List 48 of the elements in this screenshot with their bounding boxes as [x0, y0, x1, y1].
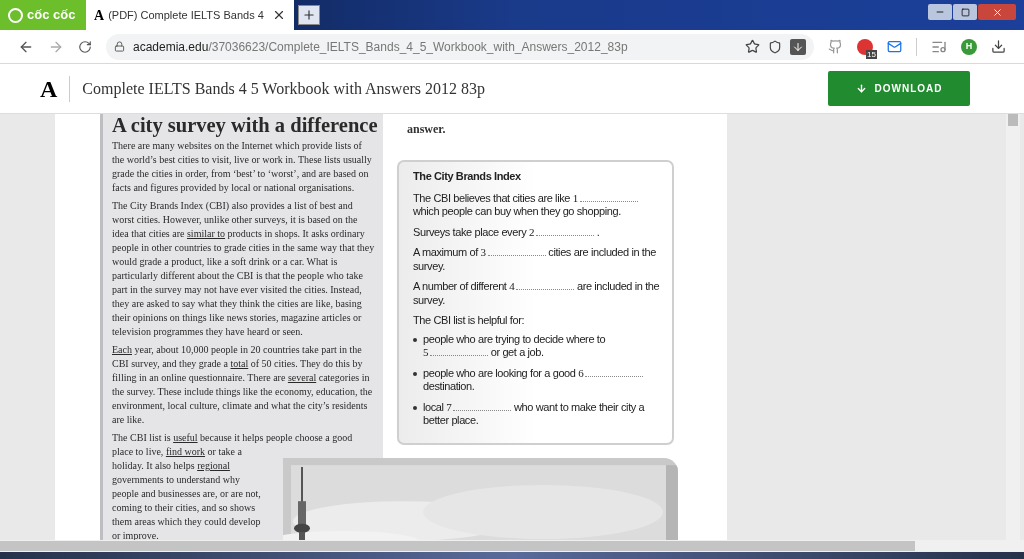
browser-tab[interactable]: A (PDF) Complete IELTS Bands 4	[86, 0, 294, 30]
github-icon[interactable]	[828, 39, 843, 54]
maximize-button[interactable]	[953, 4, 977, 20]
blank-line: 7	[446, 400, 512, 414]
bullet-icon	[413, 337, 417, 342]
gap-sentence: people who are trying to decide where to 5 or get a job.	[423, 332, 607, 360]
blank-line: 3	[480, 246, 546, 260]
bullet-icon	[413, 405, 417, 410]
blank-line: 6	[578, 366, 644, 380]
profile-avatar[interactable]: H	[961, 38, 977, 55]
instruction-text: answer.	[406, 121, 447, 138]
reload-icon[interactable]	[78, 39, 92, 54]
vertical-scrollbar[interactable]	[1006, 114, 1020, 540]
blank-line: 5	[423, 346, 489, 360]
blank-line: 4	[509, 280, 575, 294]
blank-line: 1	[572, 191, 638, 205]
close-icon	[991, 6, 1003, 18]
article-paragraph: The City Brands Index (CBI) also provides a list of best and worst cities. However, unlike other surveys, it is based on the idea that cities are similar to products in shops. It asks ordinary people in other countries to grade cities in the same way that they would grade a product, like a soft drink or a car. What is particularly different about the CBI is that the people who take part in the survey may not have ever visited the cities. Instead, they are asked to say what they think the cities are like, basing their opinions on things like news stories, magazine articles or television programmes they have heard or seen.	[112, 199, 375, 339]
bookmark-star-icon[interactable]	[745, 39, 760, 54]
gap-sentence: The CBI believes that cities are like 1 which people can buy when they go shopping.	[413, 191, 666, 219]
mail-icon[interactable]	[887, 39, 902, 54]
site-logo[interactable]: A	[40, 70, 58, 107]
gap-sentence: A number of different 4 are included in the survey.	[413, 280, 661, 307]
horizontal-scrollbar[interactable]	[0, 540, 1024, 552]
bullet-icon	[413, 371, 417, 376]
gap-sentence: A maximum of 3 cities are included in the survey.	[413, 246, 657, 273]
list-intro: The CBI list is helpful for:	[413, 314, 526, 328]
gap-sentence: people who are looking for a good 6 destination.	[423, 366, 666, 394]
minimize-button[interactable]	[928, 4, 952, 20]
address-bar[interactable]: academia.edu/37036623/Complete_IELTS_Bands_4_5_Workbook_with_Answers_2012_83p	[106, 33, 814, 60]
new-tab-button[interactable]	[297, 5, 320, 25]
article-title: A city survey with a difference	[112, 114, 375, 136]
maximize-icon	[960, 7, 970, 17]
shield-icon[interactable]	[768, 39, 782, 54]
blank-line: 2	[528, 225, 595, 239]
downloads-icon[interactable]	[991, 39, 1006, 54]
article-paragraph: There are many websites on the Internet which provide lists of the world’s best cities to visit, live or work in. These lists usually grade the cities in order, from ‘best’ to ‘worst’, and are based on facts and figures provided by local or national organisations.	[112, 139, 373, 195]
arrow-down-icon	[855, 83, 867, 94]
document-title: Complete IELTS Bands 4 5 Workbook with Answers 2012 83p	[82, 78, 486, 100]
article-paragraph: Each year, about 10,000 people in 20 countries take part in the CBI survey, and they grade a total of 50 cities. They do this by filling in an online questionnaire. There are several categories in the survey. These include things like the economy, education, the environment, local culture, climate and what the city’s residents are like.	[112, 343, 374, 427]
site-favicon: A	[94, 6, 105, 25]
plus-icon	[301, 8, 316, 22]
download-icon[interactable]	[790, 38, 806, 55]
gap-sentence: local 7 who want to make their city a better place.	[423, 400, 646, 428]
gap-sentence: Surveys take place every 2 .	[413, 225, 601, 239]
lock-icon	[114, 41, 125, 52]
download-button[interactable]: DOWNLOAD	[828, 71, 970, 106]
box-title: The City Brands Index	[413, 170, 522, 184]
